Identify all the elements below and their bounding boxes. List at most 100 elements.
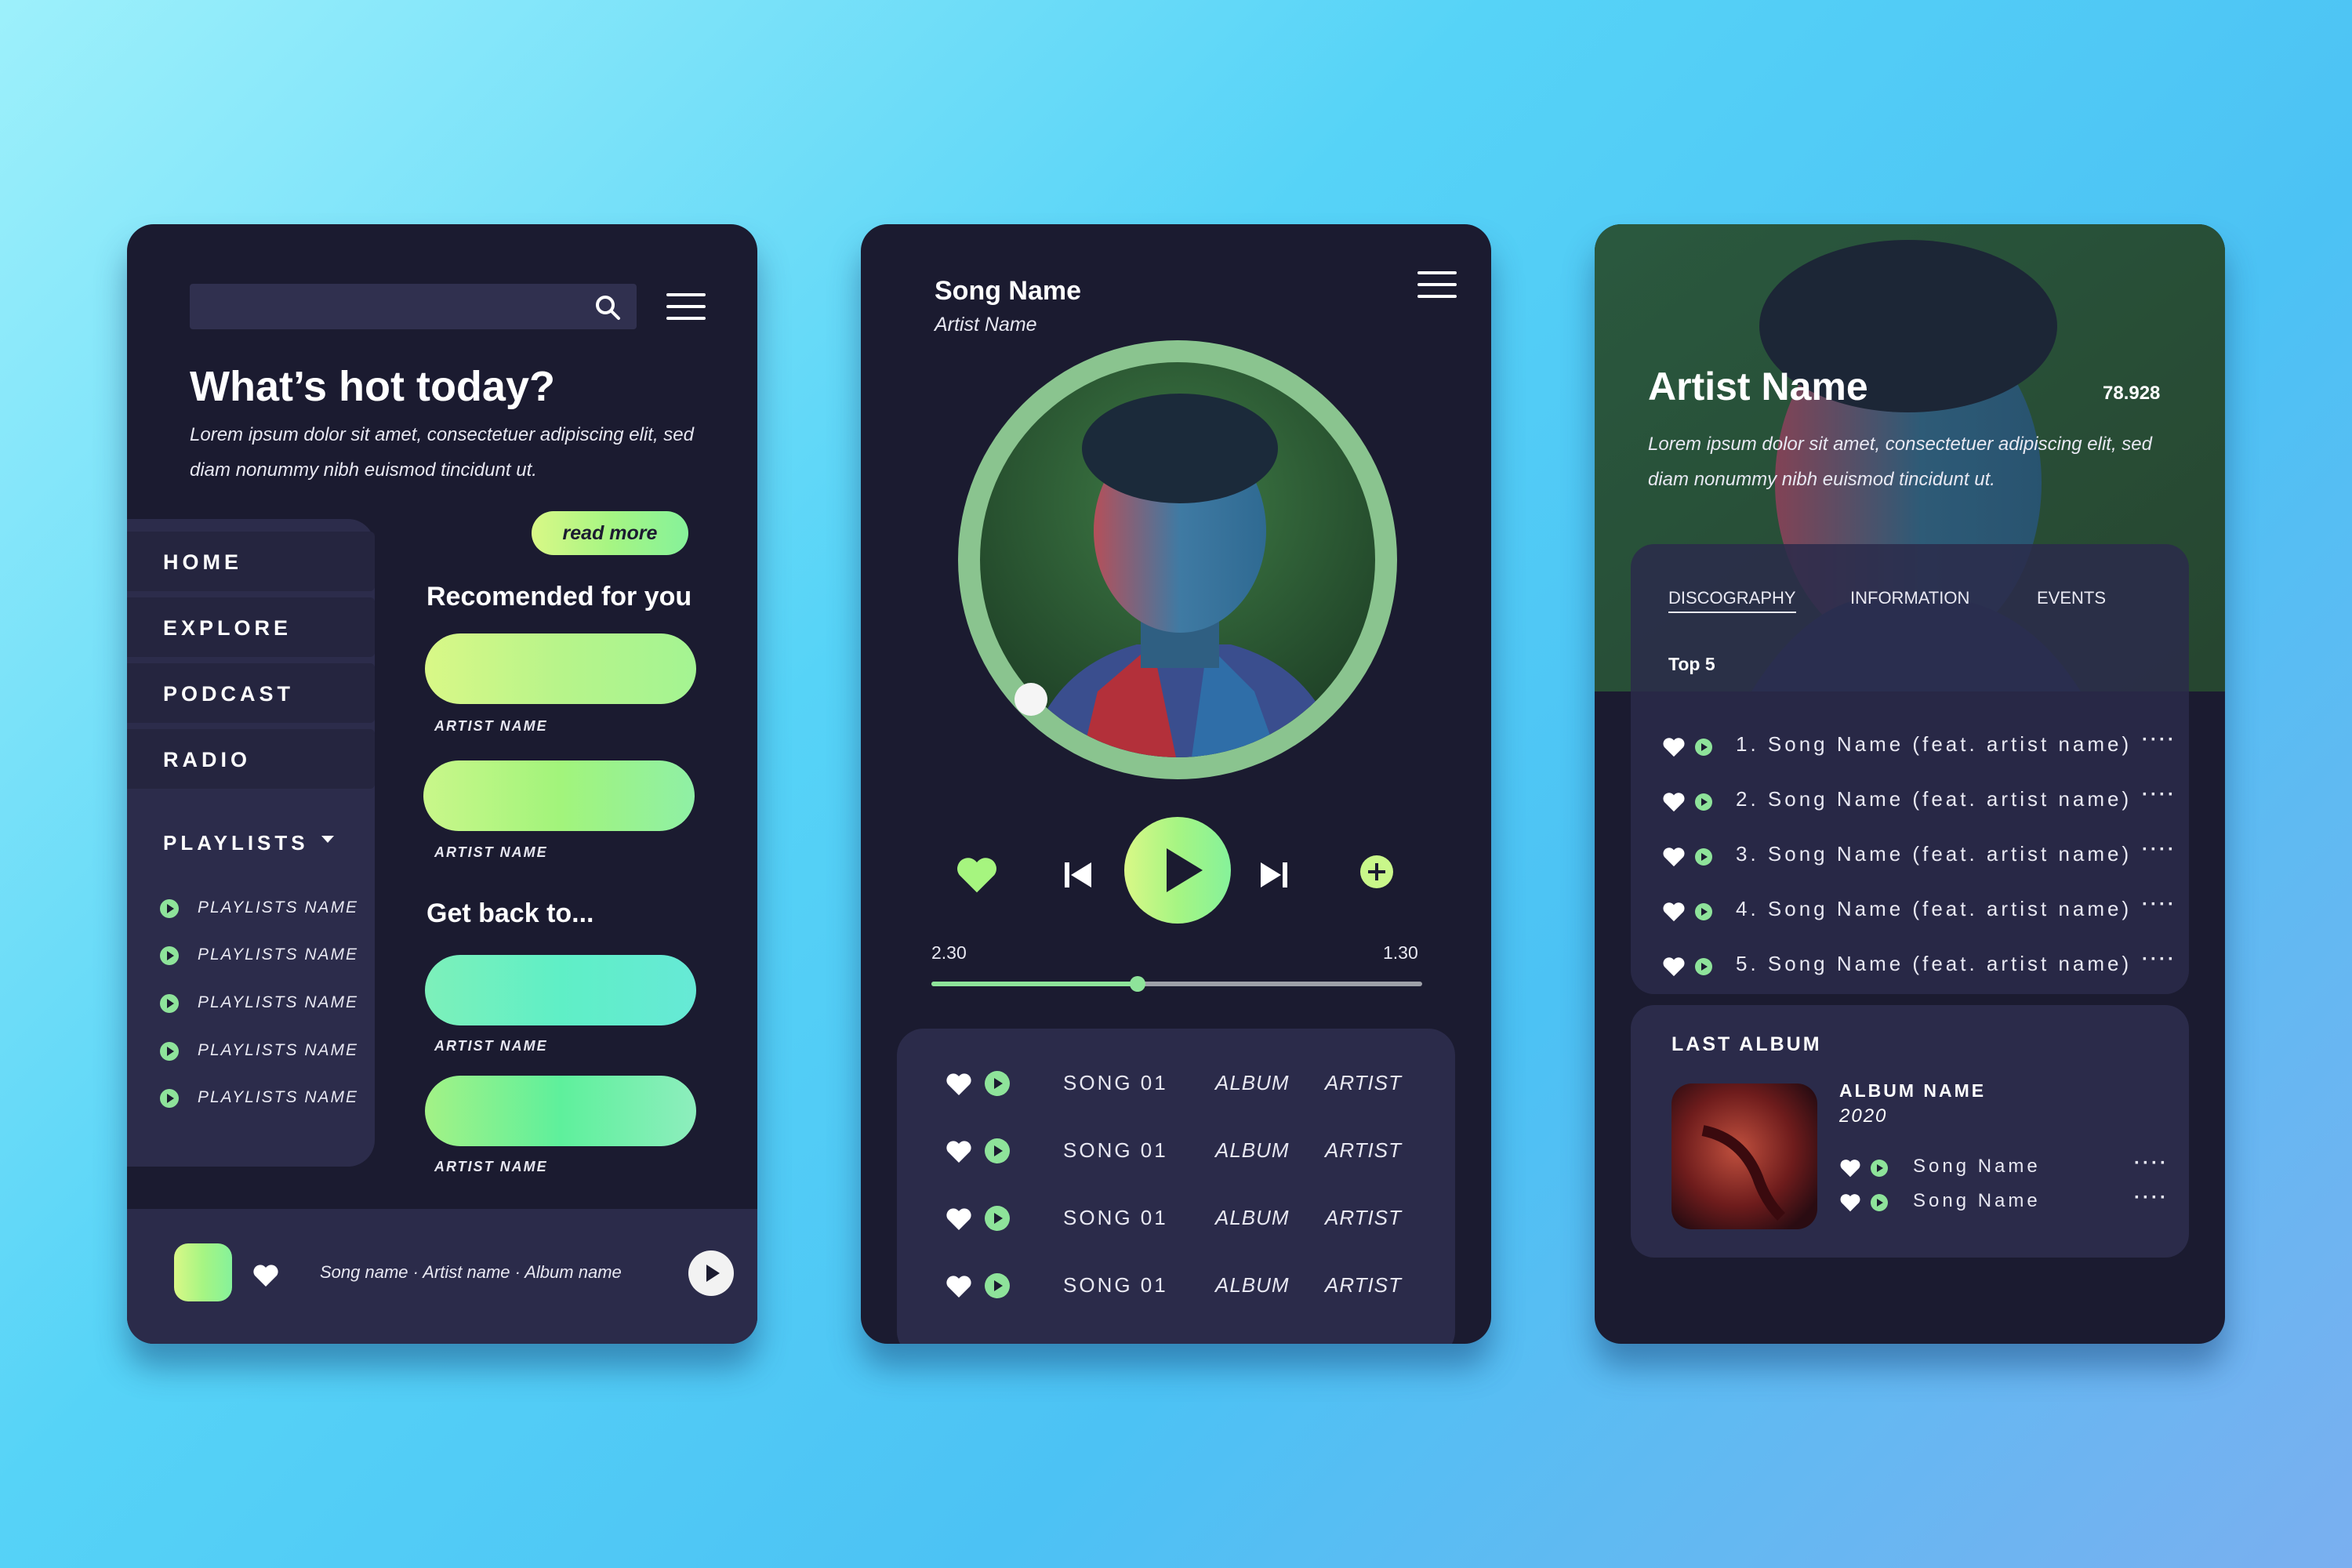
disc-progress-knob[interactable]	[1014, 683, 1047, 716]
progress-slider[interactable]	[931, 976, 1422, 992]
top-song-title: 5. Song Name (feat. artist name)	[1736, 952, 2132, 975]
album-cover[interactable]	[1671, 1083, 1817, 1229]
getback-card[interactable]	[425, 1076, 696, 1146]
top-song-row[interactable]: 5. Song Name (feat. artist name) ····	[1631, 946, 2189, 985]
heart-icon[interactable]	[1662, 902, 1686, 922]
heart-icon[interactable]	[1662, 792, 1686, 812]
player-screen: Song Name Artist Name 2.30 1.30 SONG 01 …	[861, 224, 1491, 1344]
song-row[interactable]: SONG 01 ALBUM ARTIST	[897, 1127, 1455, 1174]
sidebar-item-label: PODCAST	[163, 682, 295, 706]
top-label: Top 5	[1668, 654, 1715, 674]
more-icon[interactable]: ····	[2142, 839, 2176, 861]
play-icon[interactable]	[1871, 1194, 1888, 1211]
home-screen: What’s hot today? Lorem ipsum dolor sit …	[127, 224, 757, 1344]
play-button[interactable]	[1124, 817, 1231, 924]
tab-information[interactable]: INFORMATION	[1850, 588, 1969, 608]
sidebar-item-home[interactable]: HOME	[127, 532, 375, 591]
play-button[interactable]	[688, 1250, 734, 1296]
more-icon[interactable]: ····	[2142, 949, 2176, 971]
add-icon[interactable]	[1359, 855, 1394, 889]
artist-name: ARTIST	[1325, 1273, 1402, 1297]
top-song-row[interactable]: 4. Song Name (feat. artist name) ····	[1631, 891, 2189, 930]
sidebar-item-radio[interactable]: RADIO	[127, 729, 375, 789]
time-elapsed: 2.30	[931, 942, 967, 963]
song-name: SONG 01	[1063, 1071, 1168, 1094]
song-row[interactable]: SONG 01 ALBUM ARTIST	[897, 1060, 1455, 1107]
song-name: SONG 01	[1063, 1206, 1168, 1229]
now-playing-text: Song name · Artist name · Album name	[320, 1262, 622, 1282]
read-more-button[interactable]: read more	[532, 511, 688, 555]
album-song-row[interactable]: Song Name ····	[1839, 1152, 2169, 1184]
heart-icon[interactable]	[1662, 847, 1686, 867]
caret-down-icon	[321, 836, 334, 843]
play-icon	[160, 946, 179, 965]
artist-name-label: ARTIST NAME	[434, 844, 548, 860]
more-icon[interactable]: ····	[2134, 1152, 2169, 1174]
song-name: SONG 01	[1063, 1138, 1168, 1162]
song-row[interactable]: SONG 01 ALBUM ARTIST	[897, 1262, 1455, 1309]
artist-name-title: Artist Name	[1648, 365, 1868, 408]
top-song-row[interactable]: 3. Song Name (feat. artist name) ····	[1631, 836, 2189, 875]
search-input[interactable]	[190, 284, 637, 329]
menu-icon[interactable]	[1417, 271, 1457, 298]
song-row[interactable]: SONG 01 ALBUM ARTIST	[897, 1195, 1455, 1242]
heart-icon[interactable]	[946, 1073, 972, 1096]
play-icon[interactable]	[1871, 1160, 1888, 1177]
play-icon[interactable]	[985, 1138, 1010, 1163]
play-icon[interactable]	[1695, 903, 1712, 920]
next-icon[interactable]	[1259, 861, 1289, 889]
sidebar-item-explore[interactable]: EXPLORE	[127, 597, 375, 657]
playlists-dropdown[interactable]: PLAYLISTS	[163, 831, 334, 855]
artist-name: ARTIST	[1325, 1206, 1402, 1229]
play-icon[interactable]	[985, 1071, 1010, 1096]
song-list: SONG 01 ALBUM ARTIST SONG 01 ALBUM ARTIS…	[897, 1029, 1455, 1344]
more-icon[interactable]: ····	[2142, 729, 2176, 751]
more-icon[interactable]: ····	[2142, 784, 2176, 806]
album-song-row[interactable]: Song Name ····	[1839, 1187, 2169, 1218]
more-icon[interactable]: ····	[2134, 1187, 2169, 1209]
artist-name: ARTIST	[1325, 1138, 1402, 1162]
playlists-header: PLAYLISTS	[163, 831, 309, 855]
heart-icon[interactable]	[1839, 1159, 1861, 1178]
top-song-row[interactable]: 1. Song Name (feat. artist name) ····	[1631, 726, 2189, 765]
tab-discography[interactable]: DISCOGRAPHY	[1668, 588, 1796, 613]
getback-card[interactable]	[425, 955, 696, 1025]
play-icon[interactable]	[985, 1206, 1010, 1231]
tab-events[interactable]: EVENTS	[2037, 588, 2106, 608]
sidebar-item-podcast[interactable]: PODCAST	[127, 663, 375, 723]
more-icon[interactable]: ····	[2142, 894, 2176, 916]
sidebar-item-label: RADIO	[163, 748, 251, 771]
progress-knob[interactable]	[1129, 976, 1145, 992]
now-playing-thumbnail	[174, 1243, 232, 1301]
sidebar-item-label: HOME	[163, 550, 242, 574]
play-icon[interactable]	[1695, 739, 1712, 756]
play-icon[interactable]	[1695, 793, 1712, 811]
sidebar-item-label: EXPLORE	[163, 616, 292, 640]
playlist-label: PLAYLISTS NAME	[198, 1041, 359, 1059]
album-song-title: Song Name	[1913, 1156, 2041, 1177]
previous-icon[interactable]	[1063, 861, 1093, 889]
song-title: Song Name	[935, 276, 1082, 306]
search-icon[interactable]	[594, 294, 621, 321]
heart-icon[interactable]	[946, 1140, 972, 1163]
heart-icon[interactable]	[1662, 956, 1686, 977]
top-song-row[interactable]: 2. Song Name (feat. artist name) ····	[1631, 781, 2189, 820]
menu-icon[interactable]	[666, 293, 706, 320]
heart-icon[interactable]	[252, 1264, 279, 1287]
play-icon[interactable]	[985, 1273, 1010, 1298]
play-icon[interactable]	[1695, 848, 1712, 866]
recommended-card[interactable]	[425, 633, 696, 704]
recommended-card[interactable]	[423, 760, 695, 831]
heart-icon[interactable]	[1662, 737, 1686, 757]
heart-icon[interactable]	[955, 856, 999, 894]
heart-icon[interactable]	[946, 1207, 972, 1231]
artist-name-label: ARTIST NAME	[434, 718, 548, 734]
last-album-title: LAST ALBUM	[1671, 1033, 1822, 1055]
play-icon[interactable]	[1695, 958, 1712, 975]
now-playing-bar[interactable]: Song name · Artist name · Album name	[127, 1209, 757, 1344]
heart-icon[interactable]	[1839, 1193, 1861, 1212]
artist-name-label: ARTIST NAME	[434, 1038, 548, 1054]
album-name: ALBUM	[1215, 1206, 1290, 1229]
heart-icon[interactable]	[946, 1275, 972, 1298]
artist-name-label: ARTIST NAME	[434, 1159, 548, 1174]
